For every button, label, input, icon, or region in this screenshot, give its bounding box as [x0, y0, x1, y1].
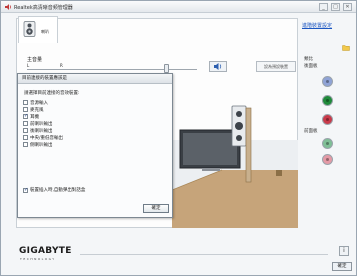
- set-default-device-button[interactable]: 設為預設裝置: [256, 61, 296, 72]
- device-option-label: 耳機: [30, 114, 39, 120]
- device-options-list: 音源輸入 麥克風 耳機 前喇叭輸出 後喇叭輸出 中央/重低音輸出 側喇叭輸出: [23, 99, 93, 148]
- device-option-checkbox[interactable]: [23, 128, 28, 133]
- gigabyte-logo: GIGABYTE: [19, 246, 72, 256]
- info-icon[interactable]: i: [339, 246, 349, 256]
- advanced-device-settings-link[interactable]: 進階裝置設定: [302, 22, 332, 29]
- device-option[interactable]: 耳機: [23, 113, 93, 120]
- front-panel-label: 前面板: [304, 129, 318, 134]
- main-volume-label: 主音量: [27, 57, 43, 63]
- window-title: Realtek高清晰音频管理器: [14, 5, 73, 11]
- device-option[interactable]: 側喇叭輸出: [23, 141, 93, 148]
- minimize-button[interactable]: _: [319, 3, 328, 11]
- balance-right-label: R: [60, 63, 63, 68]
- dialog-title: 目前連接的裝置應該是: [18, 74, 172, 84]
- device-option-checkbox[interactable]: [23, 121, 28, 126]
- connected-device-dialog: 目前連接的裝置應該是 請選擇目前連接的音效裝置: 音源輸入 麥克風 耳機 前喇叭…: [17, 73, 173, 218]
- maximize-button[interactable]: □: [331, 3, 340, 11]
- mute-button[interactable]: [209, 61, 227, 72]
- folder-icon[interactable]: [342, 44, 350, 51]
- dialog-prompt: 請選擇目前連接的音效裝置:: [24, 91, 80, 96]
- back-panel-label: 後面板: [304, 64, 318, 69]
- footer-divider: [80, 254, 328, 255]
- device-option-checkbox[interactable]: [23, 113, 28, 119]
- auto-popup-label: 裝置插入時,自動彈出對話盒: [30, 188, 86, 193]
- speaker-app-icon: [5, 4, 11, 10]
- device-option[interactable]: 前喇叭輸出: [23, 120, 93, 127]
- jack-front-out[interactable]: [322, 95, 333, 106]
- jack-line-in[interactable]: [322, 76, 333, 87]
- main-volume-slider[interactable]: [27, 69, 197, 70]
- device-option-checkbox[interactable]: [23, 142, 28, 147]
- device-option-label: 麥克風: [30, 107, 44, 113]
- room-illustration: [172, 105, 298, 228]
- tab-speakers-label: 喇叭: [41, 29, 49, 34]
- volume-icon: [214, 63, 222, 70]
- analog-label: 類比: [304, 57, 313, 62]
- device-option-checkbox[interactable]: [23, 135, 28, 140]
- device-option-label: 前喇叭輸出: [30, 121, 53, 127]
- device-option-checkbox[interactable]: [23, 100, 28, 105]
- jack-front-headphone[interactable]: [322, 138, 333, 149]
- close-button[interactable]: ✕: [343, 3, 352, 11]
- device-option[interactable]: 麥克風: [23, 106, 93, 113]
- device-option[interactable]: 後喇叭輸出: [23, 127, 93, 134]
- balance-left-label: L: [27, 63, 30, 68]
- device-option-label: 音源輸入: [30, 100, 48, 106]
- device-option-checkbox[interactable]: [23, 107, 28, 112]
- tab-speakers[interactable]: 喇叭: [18, 16, 58, 43]
- auto-popup-option[interactable]: 裝置插入時,自動彈出對話盒: [23, 187, 85, 193]
- title-bar[interactable]: Realtek高清晰音频管理器 _ □ ✕: [1, 1, 356, 13]
- device-option-label: 後喇叭輸出: [30, 128, 53, 134]
- jack-mic-in[interactable]: [322, 114, 333, 125]
- device-option[interactable]: 中央/重低音輸出: [23, 134, 93, 141]
- auto-popup-checkbox[interactable]: [23, 187, 28, 193]
- main-volume-slider-thumb[interactable]: [163, 64, 169, 73]
- dialog-ok-button[interactable]: 確定: [143, 204, 169, 213]
- jack-front-mic[interactable]: [322, 154, 333, 165]
- speaker-icon: [23, 21, 36, 37]
- device-option-label: 中央/重低音輸出: [30, 135, 64, 141]
- main-ok-button[interactable]: 確定: [332, 262, 352, 271]
- logo-subtitle: TECHNOLOGY: [20, 257, 56, 261]
- device-option[interactable]: 音源輸入: [23, 99, 93, 106]
- device-option-label: 側喇叭輸出: [30, 142, 53, 148]
